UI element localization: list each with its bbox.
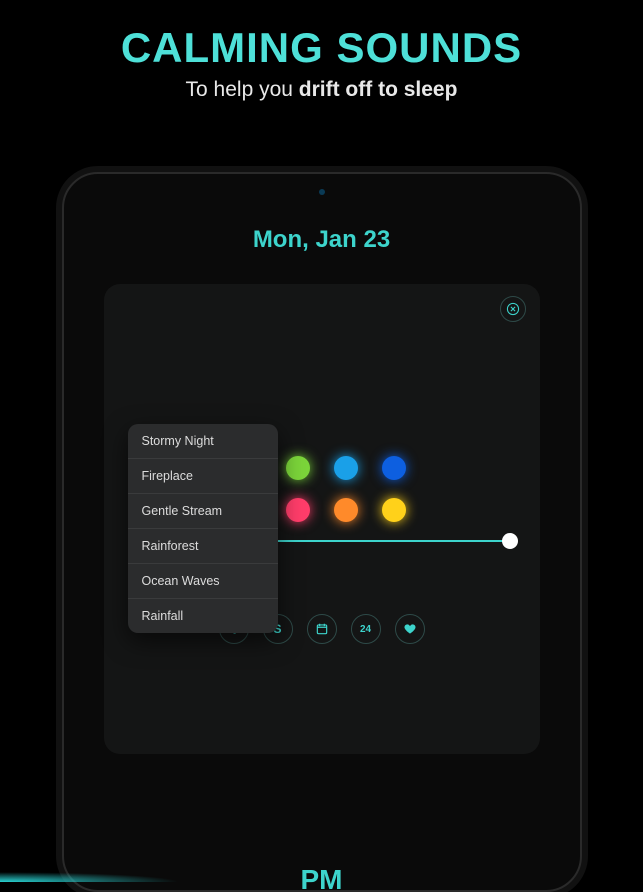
promo-subtitle: To help you drift off to sleep — [0, 78, 643, 102]
heart-icon-button[interactable] — [395, 614, 425, 644]
color-swatch[interactable] — [334, 498, 358, 522]
menu-item[interactable]: Rainfall — [128, 599, 278, 633]
promo-sub-b: drift off to sleep — [299, 78, 458, 101]
camera-dot — [319, 189, 325, 195]
close-button[interactable] — [500, 296, 526, 322]
color-swatch[interactable] — [382, 456, 406, 480]
menu-item[interactable]: Ocean Waves — [128, 564, 278, 599]
twentyfour: 24 — [360, 624, 371, 635]
twentyfour-button[interactable]: 24 — [351, 614, 381, 644]
close-icon — [506, 302, 520, 316]
color-swatch[interactable] — [334, 456, 358, 480]
promo-sub-a: To help you — [186, 78, 299, 101]
status-bar — [64, 174, 580, 202]
menu-item[interactable]: Gentle Stream — [128, 494, 278, 529]
color-swatch[interactable] — [286, 498, 310, 522]
menu-item[interactable]: Rainforest — [128, 529, 278, 564]
heart-icon — [403, 622, 417, 636]
promo-title: CALMING SOUNDS — [0, 24, 643, 72]
slider-thumb[interactable] — [502, 533, 518, 549]
menu-item[interactable]: Stormy Night — [128, 424, 278, 459]
color-swatch[interactable] — [286, 456, 310, 480]
tablet-frame: Mon, Jan 23 S24 Stormy NightFireplaceGen… — [62, 172, 582, 892]
sound-menu[interactable]: Stormy NightFireplaceGentle StreamRainfo… — [128, 424, 278, 633]
glow-accent — [0, 872, 180, 882]
calendar-icon — [315, 622, 329, 636]
menu-item[interactable]: Fireplace — [128, 459, 278, 494]
calendar-icon-button[interactable] — [307, 614, 337, 644]
color-swatch[interactable] — [382, 498, 406, 522]
settings-panel: S24 Stormy NightFireplaceGentle StreamRa… — [104, 284, 540, 754]
date-label: Mon, Jan 23 — [64, 226, 580, 254]
